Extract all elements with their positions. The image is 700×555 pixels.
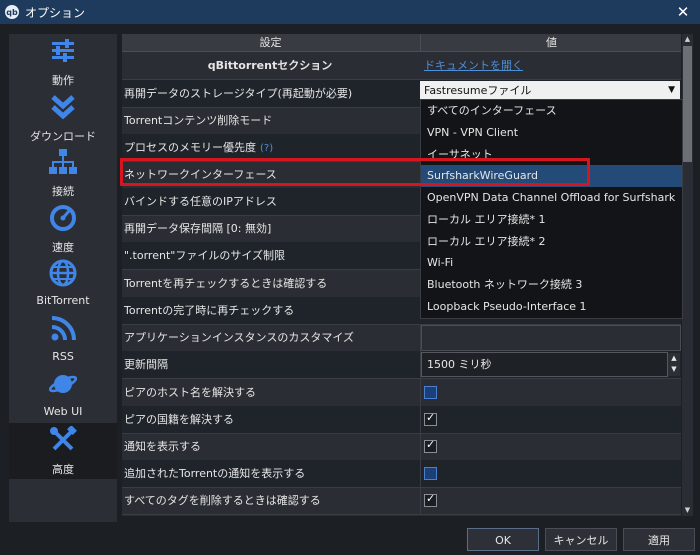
scroll-up-arrow-icon[interactable]: ▲ <box>682 34 693 45</box>
help-link[interactable]: (?) <box>260 143 273 154</box>
chevron-down-icon[interactable]: ▼ <box>668 85 675 95</box>
table-scrollbar[interactable]: ▲ ▼ <box>682 34 693 516</box>
table-header: 設定 値 <box>122 34 681 52</box>
network-icon <box>49 149 77 174</box>
apply-button[interactable]: 適用 <box>623 528 695 551</box>
dropdown-option[interactable]: Wi-Fi <box>421 252 682 274</box>
globe-icon <box>49 259 77 287</box>
resolve-host-checkbox[interactable] <box>424 386 437 399</box>
table-row[interactable]: ピアの国籍を解決する <box>122 406 681 434</box>
rss-icon <box>51 316 76 341</box>
setting-name: プロセスのメモリー優先度 (?) <box>122 134 420 161</box>
sidebar-label: 速度 <box>52 241 74 254</box>
planet-icon <box>49 375 77 393</box>
sidebar-item-connection[interactable]: 接続 <box>9 145 117 201</box>
setting-name: アプリケーションインスタンスのカスタマイズ <box>124 331 355 344</box>
table-row[interactable]: アプリケーションインスタンスのカスタマイズ <box>122 324 681 352</box>
value-cell <box>420 487 681 514</box>
download-chevrons-icon <box>51 95 75 120</box>
sidebar-label: ダウンロード <box>30 130 96 143</box>
section-title: qBittorrentセクション <box>207 59 333 72</box>
setting-name: ピアのホスト名を解決する <box>124 386 256 399</box>
title-bar: qb オプション ✕ <box>0 0 700 24</box>
table-row[interactable]: すべてのタグを削除するときは確認する <box>122 487 681 515</box>
dropdown-option[interactable]: Bluetooth ネットワーク接続 3 <box>421 274 682 296</box>
cancel-button[interactable]: キャンセル <box>545 528 617 551</box>
setting-name: バインドする任意のIPアドレス <box>124 195 277 208</box>
table-row: qBittorrentセクション ドキュメントを開く <box>122 52 681 80</box>
dropdown-option[interactable]: ローカル エリア接続* 2 <box>421 231 682 253</box>
dropdown-option[interactable]: VPN - VPN Client <box>421 122 682 144</box>
tools-icon <box>50 426 77 451</box>
sidebar-item-advanced[interactable]: 高度 <box>9 423 117 479</box>
table-row[interactable]: 通知を表示する <box>122 433 681 461</box>
qbittorrent-app-icon: qb <box>5 5 19 19</box>
table-row[interactable]: ピアのホスト名を解決する <box>122 379 681 407</box>
sidebar-label: Web UI <box>43 405 83 418</box>
sidebar-item-webui[interactable]: Web UI <box>9 367 117 423</box>
scroll-down-arrow-icon[interactable]: ▼ <box>682 505 693 516</box>
setting-name: Torrentの完了時に再チェックする <box>124 304 295 317</box>
setting-name: ".torrent"ファイルのサイズ制限 <box>124 249 285 262</box>
ok-button[interactable]: OK <box>467 528 539 551</box>
setting-name: Torrentを再チェックするときは確認する <box>124 277 328 290</box>
value-cell <box>420 324 681 351</box>
sliders-icon <box>52 39 74 62</box>
speedometer-icon <box>50 205 76 231</box>
combobox-value: Fastresumeファイル <box>424 84 532 97</box>
value-cell <box>420 406 681 433</box>
resume-storage-combobox[interactable]: Fastresumeファイル ▼ <box>420 81 680 101</box>
arrow-up-icon[interactable]: ▲ <box>668 353 680 364</box>
network-interface-dropdown: すべてのインターフェース VPN - VPN Client イーサネット Sur… <box>420 99 683 319</box>
sidebar-item-downloads[interactable]: ダウンロード <box>9 90 117 146</box>
added-torrent-notification-checkbox[interactable] <box>424 467 437 480</box>
close-window-button[interactable]: ✕ <box>672 1 694 23</box>
sidebar-item-behavior[interactable]: 動作 <box>9 34 117 90</box>
setting-label: プロセスのメモリー優先度 <box>124 141 256 154</box>
red-highlight-annotation <box>120 158 590 186</box>
resolve-country-checkbox[interactable] <box>424 411 437 426</box>
dropdown-option[interactable]: ローカル エリア接続* 1 <box>421 209 682 231</box>
arrow-down-icon[interactable]: ▼ <box>668 364 680 375</box>
dropdown-option[interactable]: すべてのインターフェース <box>421 100 682 122</box>
scrollbar-thumb[interactable] <box>683 46 692 162</box>
sidebar-label: 高度 <box>52 463 74 476</box>
table-row[interactable]: 更新間隔 1500 ミリ秒 ▲ ▼ <box>122 351 681 379</box>
value-cell: 1500 ミリ秒 ▲ ▼ <box>420 351 681 378</box>
sidebar-label: RSS <box>52 350 74 363</box>
setting-name: 通知を表示する <box>124 440 201 453</box>
setting-name: Torrentコンテンツ削除モード <box>124 114 273 127</box>
setting-name: 再開データ保存間隔 [0: 無効] <box>124 222 272 235</box>
dropdown-option[interactable]: Loopback Pseudo-Interface 1 <box>421 296 682 318</box>
sidebar-label: BitTorrent <box>36 294 90 307</box>
setting-name: 再開データのストレージタイプ(再起動が必要) <box>124 87 353 100</box>
value-cell: ドキュメントを開く <box>420 52 681 79</box>
setting-name: すべてのタグを削除するときは確認する <box>124 494 321 507</box>
dropdown-option[interactable]: OpenVPN Data Channel Offload for Surfsha… <box>421 187 682 209</box>
value-cell <box>420 433 681 460</box>
window-title: オプション <box>25 5 86 20</box>
value-cell <box>420 460 681 487</box>
instance-name-input[interactable] <box>421 325 681 351</box>
sidebar-item-bittorrent[interactable]: BitTorrent <box>9 256 117 312</box>
spinbox-value: 1500 ミリ秒 <box>427 358 492 371</box>
setting-name: ピアの国籍を解決する <box>124 413 234 426</box>
value-cell <box>420 379 681 406</box>
sidebar-item-rss[interactable]: RSS <box>9 312 117 368</box>
table-row[interactable]: 追加されたTorrentの通知を表示する <box>122 460 681 488</box>
options-sidebar: 動作 ダウンロード 接続 速度 BitTorrent RSS Web UI 高度 <box>9 34 117 522</box>
column-header-value[interactable]: 値 <box>420 34 681 51</box>
column-header-setting[interactable]: 設定 <box>122 34 419 51</box>
setting-name: 追加されたTorrentの通知を表示する <box>124 467 306 480</box>
refresh-interval-spinbox[interactable]: 1500 ミリ秒 ▲ ▼ <box>421 352 680 377</box>
open-documentation-link[interactable]: ドキュメントを開く <box>424 52 523 79</box>
setting-name: 更新間隔 <box>124 358 168 371</box>
confirm-remove-tags-checkbox[interactable] <box>424 492 437 507</box>
sidebar-item-speed[interactable]: 速度 <box>9 201 117 257</box>
spinbox-arrows[interactable]: ▲ ▼ <box>668 353 680 376</box>
show-notifications-checkbox[interactable] <box>424 438 437 453</box>
sidebar-label: 接続 <box>52 185 74 198</box>
sidebar-label: 動作 <box>52 74 74 87</box>
